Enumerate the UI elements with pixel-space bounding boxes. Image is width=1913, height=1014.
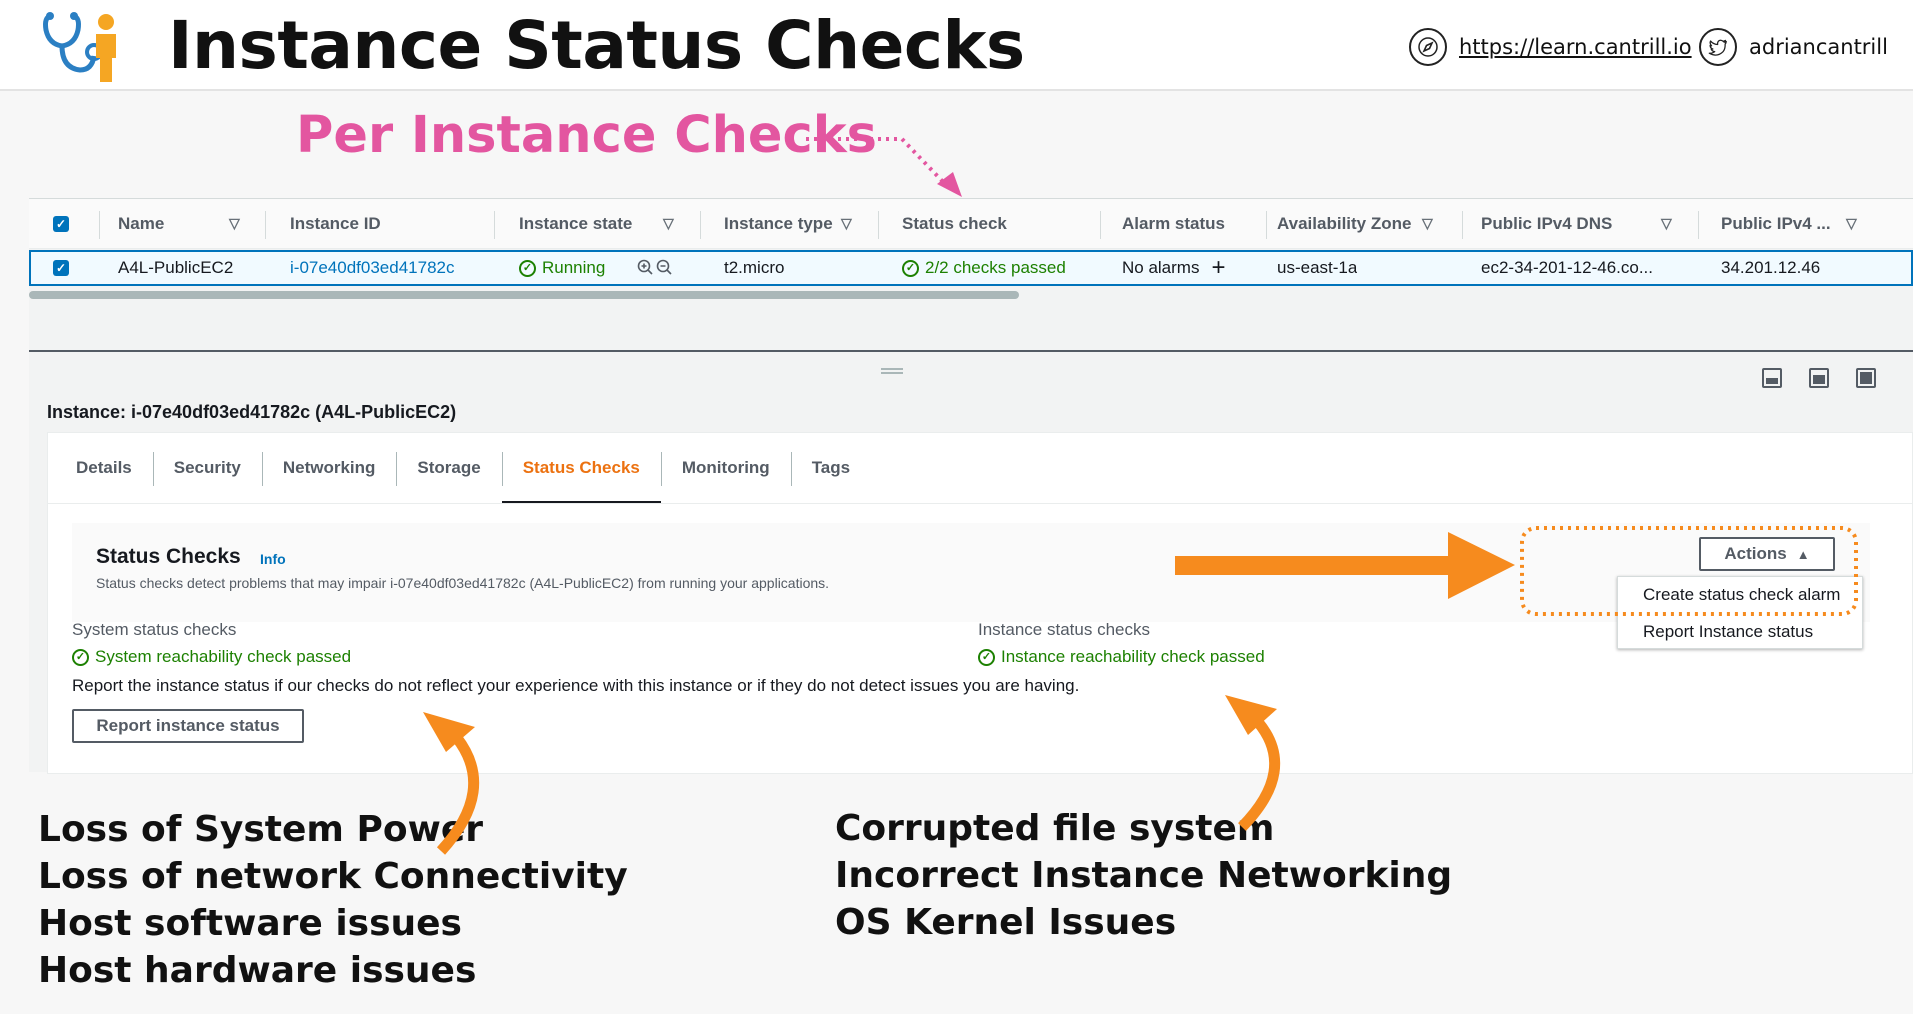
actions-label: Actions bbox=[1724, 544, 1787, 563]
menu-item-report-status[interactable]: Report Instance status bbox=[1643, 622, 1813, 642]
column-header-status-check[interactable]: Status check bbox=[902, 199, 1007, 249]
slide-header: Instance Status Checks https://learn.can… bbox=[0, 0, 1913, 91]
status-check-label: 2/2 checks passed bbox=[925, 258, 1066, 277]
issue-item: Host hardware issues bbox=[38, 950, 477, 991]
check-circle-icon: ✓ bbox=[902, 259, 919, 277]
slide-title: Instance Status Checks bbox=[168, 7, 1025, 84]
tab-monitoring[interactable]: Monitoring bbox=[660, 433, 791, 502]
instances-table: ✓ Name ▽ Instance ID Instance state ▽ In… bbox=[29, 198, 1913, 350]
column-header-alarm-status[interactable]: Alarm status bbox=[1122, 199, 1225, 249]
tab-networking[interactable]: Networking bbox=[261, 433, 397, 502]
status-checks-heading: Status Checks bbox=[96, 545, 241, 568]
checkbox-checked-icon: ✓ bbox=[53, 260, 69, 276]
menu-item-create-alarm[interactable]: Create status check alarm bbox=[1643, 585, 1840, 605]
table-header-row: ✓ Name ▽ Instance ID Instance state ▽ In… bbox=[29, 199, 1913, 249]
horizontal-scrollbar[interactable] bbox=[29, 291, 1019, 299]
cell-availability-zone: us-east-1a bbox=[1277, 258, 1358, 277]
instance-issues-list: Corrupted file system Incorrect Instance… bbox=[835, 805, 1452, 946]
sort-icon[interactable]: ▽ bbox=[663, 215, 674, 232]
zoom-icons bbox=[637, 252, 677, 284]
caret-up-icon: ▲ bbox=[1796, 546, 1810, 562]
column-header-availability-zone[interactable]: Availability Zone bbox=[1277, 199, 1411, 249]
sort-icon[interactable]: ▽ bbox=[1661, 215, 1672, 232]
sort-icon[interactable]: ▽ bbox=[1846, 215, 1857, 232]
instance-state-label: Running bbox=[542, 258, 606, 277]
add-alarm-plus-icon[interactable]: + bbox=[1211, 256, 1225, 280]
instance-status-checks-label: Instance status checks bbox=[978, 620, 1150, 639]
cell-instance-state: ✓ Running bbox=[519, 252, 605, 284]
compass-icon bbox=[1409, 28, 1447, 66]
cell-name: A4L-PublicEC2 bbox=[118, 258, 234, 277]
panel-bottom-small-icon[interactable] bbox=[1762, 368, 1782, 388]
cell-instance-id-link[interactable]: i-07e40df03ed41782c bbox=[290, 252, 454, 284]
column-header-instance-id[interactable]: Instance ID bbox=[290, 199, 381, 249]
twitter-link[interactable]: adriancantrill bbox=[1699, 24, 1888, 70]
sort-icon[interactable]: ▽ bbox=[1422, 215, 1433, 232]
cell-status-check: ✓ 2/2 checks passed bbox=[902, 252, 1066, 284]
cell-alarm-status: No alarms + bbox=[1122, 252, 1225, 284]
zoom-in-zoom-out-icon[interactable] bbox=[637, 259, 677, 277]
actions-button[interactable]: Actions ▲ bbox=[1699, 537, 1835, 571]
instance-status-checks-value: ✓ Instance reachability check passed bbox=[978, 647, 1265, 667]
issue-item: Loss of System Power bbox=[38, 809, 484, 850]
checkbox-checked-icon: ✓ bbox=[53, 215, 69, 232]
check-circle-icon: ✓ bbox=[519, 259, 536, 277]
info-link[interactable]: Info bbox=[260, 551, 286, 567]
column-header-name[interactable]: Name bbox=[118, 199, 164, 249]
select-all-checkbox[interactable]: ✓ bbox=[53, 199, 69, 249]
per-instance-checks-annotation: Per Instance Checks bbox=[296, 106, 878, 165]
issue-item: Loss of network Connectivity bbox=[38, 856, 628, 897]
website-link[interactable]: https://learn.cantrill.io bbox=[1409, 24, 1692, 70]
website-url[interactable]: https://learn.cantrill.io bbox=[1459, 35, 1692, 59]
column-header-public-dns[interactable]: Public IPv4 DNS bbox=[1481, 199, 1612, 249]
status-checks-header: Status Checks Info Status checks detect … bbox=[72, 523, 1870, 622]
panel-bottom-half-icon[interactable] bbox=[1809, 368, 1829, 388]
tab-list: Details Security Networking Storage Stat… bbox=[48, 433, 871, 504]
issue-item: Incorrect Instance Networking bbox=[835, 855, 1453, 896]
cell-public-ip: 34.201.12.46 bbox=[1721, 258, 1821, 277]
tab-details[interactable]: Details bbox=[55, 433, 153, 502]
tab-status-checks[interactable]: Status Checks bbox=[501, 433, 662, 504]
system-issues-list: Loss of System Power Loss of network Con… bbox=[38, 806, 628, 994]
panel-full-icon[interactable] bbox=[1856, 368, 1876, 388]
issue-item: Host software issues bbox=[38, 903, 462, 944]
tab-security[interactable]: Security bbox=[152, 433, 262, 502]
drag-handle-icon[interactable] bbox=[881, 368, 903, 374]
column-header-public-ip[interactable]: Public IPv4 ... bbox=[1721, 199, 1831, 249]
instance-title: Instance: i-07e40df03ed41782c (A4L-Publi… bbox=[47, 402, 457, 422]
check-circle-icon: ✓ bbox=[978, 648, 995, 666]
report-instructions: Report the instance status if our checks… bbox=[72, 676, 1080, 695]
details-tabs-container: Details Security Networking Storage Stat… bbox=[47, 432, 1913, 774]
issue-item: Corrupted file system bbox=[835, 808, 1275, 849]
tab-storage[interactable]: Storage bbox=[396, 433, 501, 502]
alarm-status-label: No alarms bbox=[1122, 258, 1200, 277]
cell-public-dns: ec2-34-201-12-46.co... bbox=[1481, 258, 1653, 277]
sort-icon[interactable]: ▽ bbox=[841, 215, 852, 232]
sort-icon[interactable]: ▽ bbox=[229, 215, 240, 232]
twitter-icon bbox=[1699, 28, 1737, 66]
twitter-handle[interactable]: adriancantrill bbox=[1749, 35, 1888, 59]
row-checkbox[interactable]: ✓ bbox=[53, 252, 69, 284]
check-circle-icon: ✓ bbox=[72, 648, 89, 666]
system-status-checks-value: ✓ System reachability check passed bbox=[72, 647, 351, 667]
system-status-checks-label: System status checks bbox=[72, 620, 237, 639]
status-checks-description: Status checks detect problems that may i… bbox=[96, 575, 830, 591]
tab-tags[interactable]: Tags bbox=[790, 433, 871, 502]
actions-menu: Create status check alarm Report Instanc… bbox=[1617, 576, 1863, 649]
table-row[interactable]: ✓ A4L-PublicEC2 i-07e40df03ed41782c ✓ Run… bbox=[29, 250, 1913, 286]
split-panel: Instance: i-07e40df03ed41782c (A4L-Publi… bbox=[29, 350, 1913, 774]
stethoscope-logo-icon bbox=[43, 12, 116, 82]
column-header-instance-type[interactable]: Instance type bbox=[724, 199, 833, 249]
report-instance-status-button[interactable]: Report instance status bbox=[72, 709, 304, 743]
cell-instance-type: t2.micro bbox=[724, 258, 785, 277]
issue-item: OS Kernel Issues bbox=[835, 902, 1177, 943]
column-header-instance-state[interactable]: Instance state bbox=[519, 199, 632, 249]
